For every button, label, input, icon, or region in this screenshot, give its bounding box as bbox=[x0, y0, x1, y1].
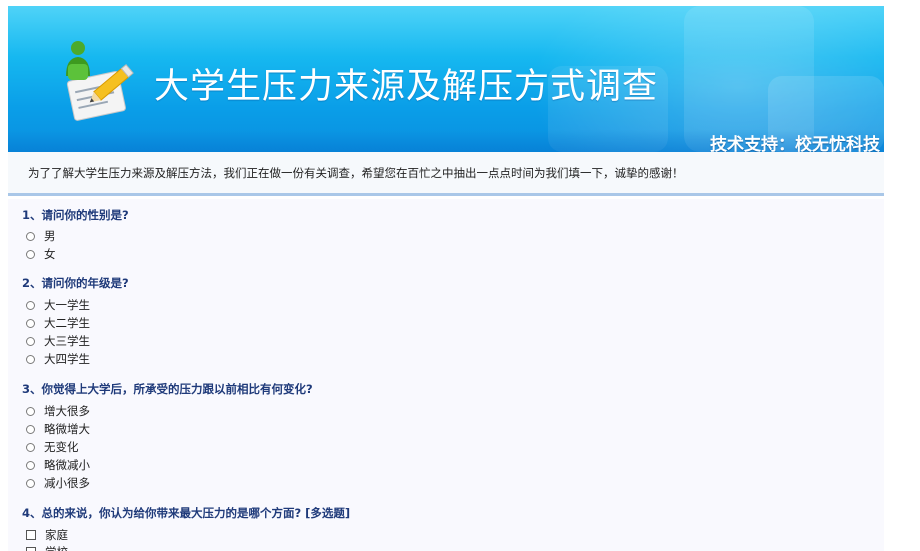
option-label: 家庭 bbox=[45, 528, 68, 542]
page-title: 大学生压力来源及解压方式调查 bbox=[154, 67, 659, 107]
checkbox[interactable] bbox=[26, 547, 36, 551]
survey-page: 大学生压力来源及解压方式调查 技术支持：校无忧科技 为了了解大学生压力来源及解压… bbox=[0, 0, 920, 551]
radio-option[interactable]: 大一学生 bbox=[26, 297, 90, 313]
option-label: 女 bbox=[44, 247, 56, 261]
question-title: 3、你觉得上大学后，所承受的压力跟以前相比有何变化? bbox=[22, 382, 313, 396]
option-label: 学校 bbox=[45, 544, 68, 551]
radio-option[interactable]: 减小很多 bbox=[26, 475, 90, 491]
radio-option[interactable]: 大二学生 bbox=[26, 315, 90, 331]
checkbox-option[interactable]: 家庭 bbox=[26, 527, 68, 543]
checkbox[interactable] bbox=[26, 530, 36, 540]
option-label: 增大很多 bbox=[44, 404, 90, 418]
radio-button[interactable] bbox=[26, 318, 35, 328]
radio-button[interactable] bbox=[26, 336, 35, 346]
survey-form: 1、请问你的性别是? 男 女 2、请问你的年级是? 大一学生 大二学生 大三学生… bbox=[8, 199, 884, 551]
option-label: 大一学生 bbox=[44, 298, 90, 312]
radio-option[interactable]: 增大很多 bbox=[26, 403, 90, 419]
radio-button[interactable] bbox=[26, 231, 35, 241]
radio-button[interactable] bbox=[26, 442, 35, 452]
option-label: 减小很多 bbox=[44, 476, 90, 490]
radio-button[interactable] bbox=[26, 424, 35, 434]
radio-button[interactable] bbox=[26, 460, 35, 470]
radio-button[interactable] bbox=[26, 478, 35, 488]
option-label: 略微增大 bbox=[44, 422, 90, 436]
radio-option[interactable]: 大三学生 bbox=[26, 333, 90, 349]
option-label: 大四学生 bbox=[44, 352, 90, 366]
radio-button[interactable] bbox=[26, 300, 35, 310]
survey-pencil-person-icon bbox=[66, 41, 134, 121]
checkbox-option[interactable]: 学校 bbox=[26, 544, 68, 551]
question-title: 4、总的来说，你认为给你带来最大压力的是哪个方面? [多选题] bbox=[22, 506, 351, 520]
option-label: 大二学生 bbox=[44, 316, 90, 330]
header-banner: 大学生压力来源及解压方式调查 技术支持：校无忧科技 bbox=[8, 6, 884, 152]
intro-panel: 为了了解大学生压力来源及解压方法，我们正在做一份有关调查，希望您在百忙之中抽出一… bbox=[8, 152, 884, 196]
intro-text: 为了了解大学生压力来源及解压方法，我们正在做一份有关调查，希望您在百忙之中抽出一… bbox=[28, 166, 684, 180]
option-label: 大三学生 bbox=[44, 334, 90, 348]
radio-option[interactable]: 无变化 bbox=[26, 439, 79, 455]
option-label: 略微减小 bbox=[44, 458, 90, 472]
radio-option[interactable]: 女 bbox=[26, 246, 56, 262]
radio-button[interactable] bbox=[26, 249, 35, 259]
radio-button[interactable] bbox=[26, 406, 35, 416]
option-label: 男 bbox=[44, 229, 56, 243]
question-title: 2、请问你的年级是? bbox=[22, 276, 129, 290]
tech-support-label: 技术支持：校无忧科技 bbox=[710, 135, 880, 152]
radio-option[interactable]: 略微减小 bbox=[26, 457, 90, 473]
question-title: 1、请问你的性别是? bbox=[22, 208, 129, 222]
radio-option[interactable]: 略微增大 bbox=[26, 421, 90, 437]
radio-option[interactable]: 男 bbox=[26, 228, 56, 244]
radio-button[interactable] bbox=[26, 354, 35, 364]
option-label: 无变化 bbox=[44, 440, 79, 454]
radio-option[interactable]: 大四学生 bbox=[26, 351, 90, 367]
